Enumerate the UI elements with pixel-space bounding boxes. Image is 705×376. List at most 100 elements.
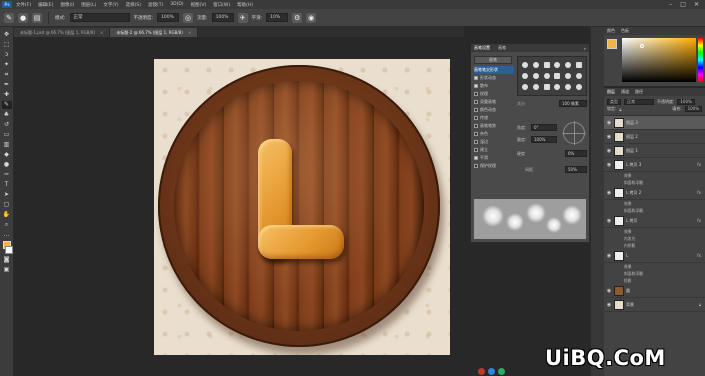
type-tool-icon[interactable]: T (2, 181, 12, 189)
brush-option-row[interactable]: 传递 (474, 114, 514, 122)
brush-tool-icon[interactable]: ✎ (1, 101, 12, 109)
effect-item[interactable]: 斜面和浮雕 (604, 179, 705, 186)
layer-row[interactable]: ◉ 圆 (604, 284, 705, 298)
smoothing-options-gear-icon[interactable]: ⚙ (292, 12, 303, 23)
menu-file[interactable]: 文件(F) (16, 2, 31, 8)
brush-tip[interactable] (532, 72, 539, 79)
menu-view[interactable]: 视图(V) (191, 2, 207, 8)
menu-edit[interactable]: 编辑(E) (38, 2, 53, 8)
effect-item[interactable]: 斜面和浮雕 (604, 207, 705, 214)
brush-preset-picker-icon[interactable]: ● (18, 12, 28, 23)
brush-option-row[interactable]: 散布 (474, 82, 514, 90)
option-checkbox[interactable] (474, 148, 478, 152)
hand-tool-icon[interactable]: ✋ (2, 211, 12, 219)
brush-option-row[interactable]: 杂色 (474, 130, 514, 138)
visibility-eye-icon[interactable]: ◉ (606, 302, 612, 308)
option-checkbox[interactable] (474, 140, 478, 144)
maximize-button[interactable]: □ (680, 1, 686, 8)
zoom-tool-icon[interactable]: ⌕ (2, 221, 12, 229)
brush-option-row[interactable]: 画笔笔势 (474, 122, 514, 130)
layer-row[interactable]: ◉ 图层 1 (604, 144, 705, 158)
visibility-eye-icon[interactable]: ◉ (606, 288, 612, 294)
background-color-swatch[interactable] (4, 246, 13, 254)
tab-brush-settings[interactable]: 画笔设置 (474, 45, 490, 51)
gradient-tool-icon[interactable]: ▥ (2, 141, 12, 149)
pen-tool-icon[interactable]: ✑ (2, 171, 12, 179)
brush-option-row[interactable]: 颜色动态 (474, 106, 514, 114)
eyedropper-tool-icon[interactable]: ✒ (2, 81, 12, 89)
layer-row[interactable]: ◉ L 拷贝 2 fx (604, 186, 705, 200)
brush-tip-grid[interactable] (517, 56, 587, 96)
effect-item[interactable]: 投影 (604, 277, 705, 284)
menu-filter[interactable]: 滤镜(T) (148, 2, 163, 8)
brush-option-row[interactable]: 双重画笔 (474, 98, 514, 106)
brush-tip[interactable] (575, 61, 582, 68)
layer-effects-icon[interactable]: fx (697, 190, 701, 195)
minimize-button[interactable]: – (669, 1, 672, 8)
tab-brushes[interactable]: 画笔 (498, 45, 506, 51)
option-checkbox[interactable] (474, 156, 478, 160)
brush-tip[interactable] (554, 72, 561, 79)
effect-item[interactable]: 斜面和浮雕 (604, 270, 705, 277)
lock-icon[interactable]: 🔒︎ (619, 107, 621, 112)
crop-tool-icon[interactable]: ⌗ (2, 71, 12, 79)
layer-row[interactable]: ◉ L fx (604, 249, 705, 263)
blur-tool-icon[interactable]: ◆ (2, 151, 12, 159)
marquee-tool-icon[interactable]: ⬚ (2, 41, 12, 49)
visibility-eye-icon[interactable]: ◉ (606, 253, 612, 259)
brush-tool-icon[interactable]: ✎ (4, 12, 14, 23)
hardness-field[interactable]: 0% (565, 150, 587, 157)
tab-document-1[interactable]: 未标题-1.psd @ 66.7% (图层 1, RGB/8) × (14, 28, 111, 37)
layer-row[interactable]: ◉ 图层 3 (604, 116, 705, 130)
tab-color[interactable]: 颜色 (607, 28, 615, 34)
brush-option-row[interactable]: 形状动态 (474, 74, 514, 82)
airbrush-icon[interactable]: ✈ (237, 12, 248, 23)
spacing-field[interactable]: 50% (565, 166, 587, 173)
pressure-size-icon[interactable]: ◉ (306, 12, 317, 23)
layer-effects-icon[interactable]: fx (697, 253, 701, 258)
document-canvas[interactable] (154, 59, 450, 355)
panel-collapse-icon[interactable]: » (584, 46, 586, 51)
brush-presets-button[interactable]: 画笔 (474, 56, 512, 64)
brush-settings-toggle-icon[interactable]: ▤ (32, 12, 42, 23)
color-picker-marker[interactable] (640, 44, 644, 48)
menu-3d[interactable]: 3D(D) (170, 2, 183, 7)
brush-tip[interactable] (575, 72, 582, 79)
layer-effects-icon[interactable]: fx (697, 218, 701, 223)
option-checkbox[interactable] (474, 132, 478, 136)
brush-option-row[interactable]: 建立 (474, 146, 514, 154)
quick-mask-icon[interactable]: ◙ (2, 256, 12, 264)
option-checkbox[interactable] (474, 84, 478, 88)
layer-effects-icon[interactable]: fx (697, 162, 701, 167)
tab-swatches[interactable]: 色板 (621, 28, 629, 34)
option-checkbox[interactable] (474, 116, 478, 120)
visibility-eye-icon[interactable]: ◉ (606, 120, 612, 126)
flow-field[interactable]: 100% (211, 13, 234, 22)
screen-mode-icon[interactable]: ▣ (2, 266, 12, 274)
effect-item[interactable]: 内阴影 (604, 242, 705, 249)
dodge-tool-icon[interactable]: ● (2, 161, 12, 169)
eraser-tool-icon[interactable]: ▭ (2, 131, 12, 139)
menu-help[interactable]: 帮助(H) (237, 2, 253, 8)
option-checkbox[interactable] (474, 76, 478, 80)
smoothing-field[interactable]: 10% (266, 13, 289, 22)
menu-type[interactable]: 文字(Y) (103, 2, 118, 8)
tab-layers[interactable]: 图层 (607, 89, 615, 95)
brush-tip[interactable] (554, 61, 561, 68)
brush-tip[interactable] (554, 84, 561, 91)
hue-slider[interactable] (698, 38, 703, 82)
pressure-opacity-icon[interactable]: ◎ (183, 12, 194, 23)
effect-item[interactable]: 内发光 (604, 235, 705, 242)
blend-mode-select[interactable]: 正常 (624, 98, 654, 105)
brush-option-row[interactable]: 平滑 (474, 154, 514, 162)
brush-tip[interactable] (522, 61, 529, 68)
tab-channels[interactable]: 通道 (621, 89, 629, 95)
visibility-eye-icon[interactable]: ◉ (606, 218, 612, 224)
layer-row[interactable]: ◉ L 拷贝 3 fx (604, 158, 705, 172)
tab-close-icon[interactable]: × (100, 30, 103, 35)
taskbar-icon[interactable] (488, 367, 495, 375)
tab-paths[interactable]: 路径 (635, 89, 643, 95)
quick-select-tool-icon[interactable]: ✦ (2, 61, 12, 69)
canvas-area[interactable] (14, 37, 470, 376)
layer-row[interactable]: ◉ L 拷贝 fx (604, 214, 705, 228)
